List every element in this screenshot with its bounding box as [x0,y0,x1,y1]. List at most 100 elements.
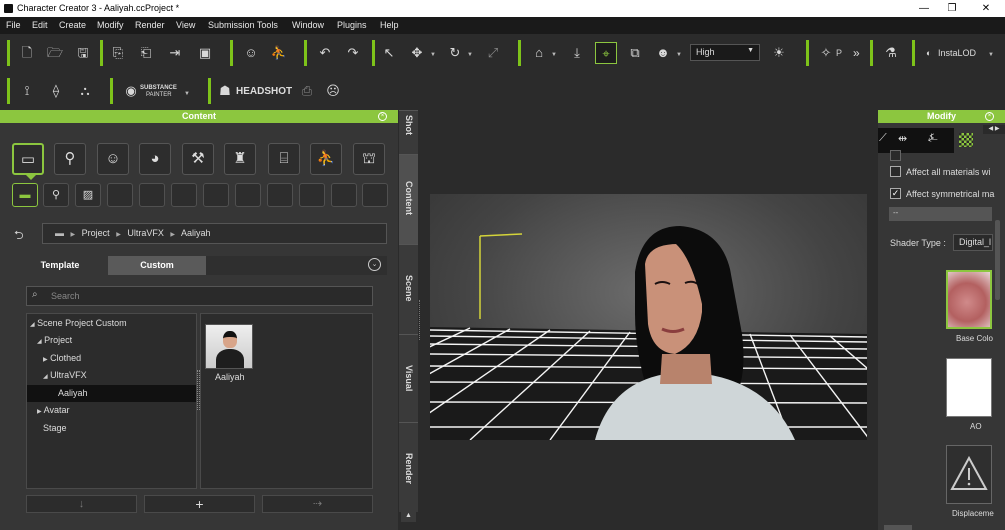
substance-dropdown-icon[interactable]: ▼ [184,91,190,97]
subcat-empty-slot[interactable] [267,183,293,207]
pose-icon[interactable]: ⛹ [268,42,290,64]
open-folder-icon[interactable]: 🗁 [44,42,66,64]
export-icon[interactable]: ⇥ [164,42,186,64]
tree-expand-icon[interactable]: ◢ [43,374,48,380]
replace-button[interactable]: ⇢ [262,495,373,513]
menu-submission-tools[interactable]: Submission Tools [208,20,278,30]
tree-node-clothed[interactable]: ▶ Clothed [27,350,196,367]
instalod-dropdown-icon[interactable]: ▼ [988,52,994,58]
menu-view[interactable]: View [176,20,195,30]
camera-dropdown-icon[interactable]: ▼ [551,52,557,58]
subcat-empty-slot[interactable] [107,183,133,207]
category-pose-icon[interactable]: ⛹ [310,143,342,175]
category-head-icon[interactable]: ☺ [97,143,129,175]
shader-type-select[interactable]: Digital_l [953,234,993,251]
headshot-icon[interactable]: ☗ [216,80,234,102]
headshot-label[interactable]: HEADSHOT [236,86,292,97]
render-image-icon[interactable]: ▣ [194,42,216,64]
subcat-empty-slot[interactable] [139,183,165,207]
view-dropdown-icon[interactable]: ▼ [676,52,682,58]
subcat-empty-slot[interactable] [362,183,388,207]
partial-checkbox[interactable] [890,150,901,161]
tree-node-aaliyah[interactable]: Aaliyah [27,385,196,402]
frame-selected-icon[interactable]: ⌖ [595,42,617,64]
category-prop-icon[interactable]: ⌸ [268,143,300,175]
character-icon[interactable]: ☺ [240,42,262,64]
new-file-icon[interactable]: 🗋 [16,42,38,64]
morph-icon[interactable]: ⟟ [16,80,38,102]
side-tab-visual[interactable]: Visual [399,334,418,422]
search-input[interactable]: Search [26,286,373,306]
subcat-folder-icon[interactable]: ▬ [12,183,38,207]
select-icon[interactable]: ↖ [378,42,400,64]
modify-scrollbar[interactable] [995,220,1000,300]
head-icon[interactable]: ☹ [322,80,344,102]
modify-tab-morph-icon[interactable]: ⇹ [898,132,907,145]
subcat-empty-slot[interactable] [203,183,229,207]
category-actor-icon[interactable]: ⚲ [54,143,86,175]
import-motion-icon[interactable]: ⎗ [135,42,157,64]
modify-tab-motion-icon[interactable]: ⟋ [879,132,887,145]
affect-symmetrical-checkbox[interactable]: ✓ [890,188,901,199]
render-quality-select[interactable]: High ▼ [690,44,760,61]
collapse-chevron-icon[interactable]: ⌄ [368,258,381,271]
menu-window[interactable]: Window [292,20,324,30]
subcat-empty-slot[interactable] [331,183,357,207]
category-cloth-icon[interactable]: ♜ [224,143,256,175]
displacement-texture-thumbnail[interactable] [946,445,992,504]
modify-tab-scroll-icon[interactable]: ◀ ▶ [983,125,1005,134]
tree-expand-icon[interactable]: ◢ [37,339,42,345]
modify-tab-attribute-icon[interactable]: ⍼ [928,132,938,145]
breadcrumb-item-aaliyah[interactable]: Aaliyah [181,228,211,238]
category-accessory-icon[interactable]: ⚒ [182,143,214,175]
scale-icon[interactable]: ⤢ [482,42,504,64]
content-close-icon[interactable]: × [378,112,387,121]
substance-label[interactable]: SUBSTANCE [140,85,177,91]
material-dropdown[interactable]: -- [889,207,992,221]
base-color-texture-thumbnail[interactable] [946,270,992,329]
category-material-icon[interactable]: ◕ [139,143,171,175]
modify-horizontal-scrollbar[interactable] [884,525,912,530]
menu-help[interactable]: Help [380,20,399,30]
side-tab-shot[interactable]: Shot [399,110,418,154]
menu-render[interactable]: Render [135,20,165,30]
item-thumbnail-aaliyah[interactable] [205,324,253,369]
modify-close-icon[interactable]: × [985,112,994,121]
close-button[interactable]: ✕ [976,1,996,16]
face-view-icon[interactable]: ☻ [652,42,674,64]
tree-node-ultravfx[interactable]: ◢ UltraVFX [27,367,196,384]
smooth-icon[interactable]: ⟠ [45,80,67,102]
side-tab-render[interactable]: Render [399,422,418,512]
modify-tab-material-icon[interactable] [955,128,977,153]
subcat-empty-slot[interactable] [171,183,197,207]
rotate-icon[interactable]: ↻ [444,42,466,64]
menu-modify[interactable]: Modify [97,20,124,30]
add-button[interactable]: + [144,495,255,513]
tree-node-scene-project-custom[interactable]: ◢ Scene Project Custom [27,315,196,332]
headshot-photo-icon[interactable]: ⎙ [296,80,318,102]
move-dropdown-icon[interactable]: ▼ [430,52,436,58]
tab-template[interactable]: Template [12,256,108,275]
home-camera-icon[interactable]: ⌂ [528,42,550,64]
tree-node-avatar[interactable]: ▶ Avatar [27,402,196,419]
toolbar-overflow-icon[interactable]: » [853,46,860,60]
panel-splitter-handle[interactable] [419,300,422,340]
category-project-icon[interactable]: ▭ [12,143,44,175]
side-tab-scroll-up-icon[interactable]: ▲ [401,512,416,522]
rotate-dropdown-icon[interactable]: ▼ [467,52,473,58]
frame-all-icon[interactable]: ⧉ [624,42,646,64]
breadcrumb-item-ultravfx[interactable]: UltraVFX [127,228,164,238]
side-tab-content[interactable]: Content [399,154,418,244]
move-icon[interactable]: ✥ [406,42,428,64]
menu-plugins[interactable]: Plugins [337,20,367,30]
side-tab-scene[interactable]: Scene [399,244,418,334]
back-icon[interactable]: ⮌ [14,226,24,247]
instalod-label[interactable]: InstaLOD [938,48,976,58]
undo-icon[interactable]: ↶ [314,42,336,64]
import-icon[interactable]: ⎘ [107,42,129,64]
category-stage-icon[interactable]: ⛫ [353,143,385,175]
tab-custom[interactable]: Custom [108,256,206,275]
restore-button[interactable]: ❐ [942,1,962,16]
tree-expand-icon[interactable]: ◢ [30,322,35,328]
minimize-button[interactable]: — [914,1,934,16]
